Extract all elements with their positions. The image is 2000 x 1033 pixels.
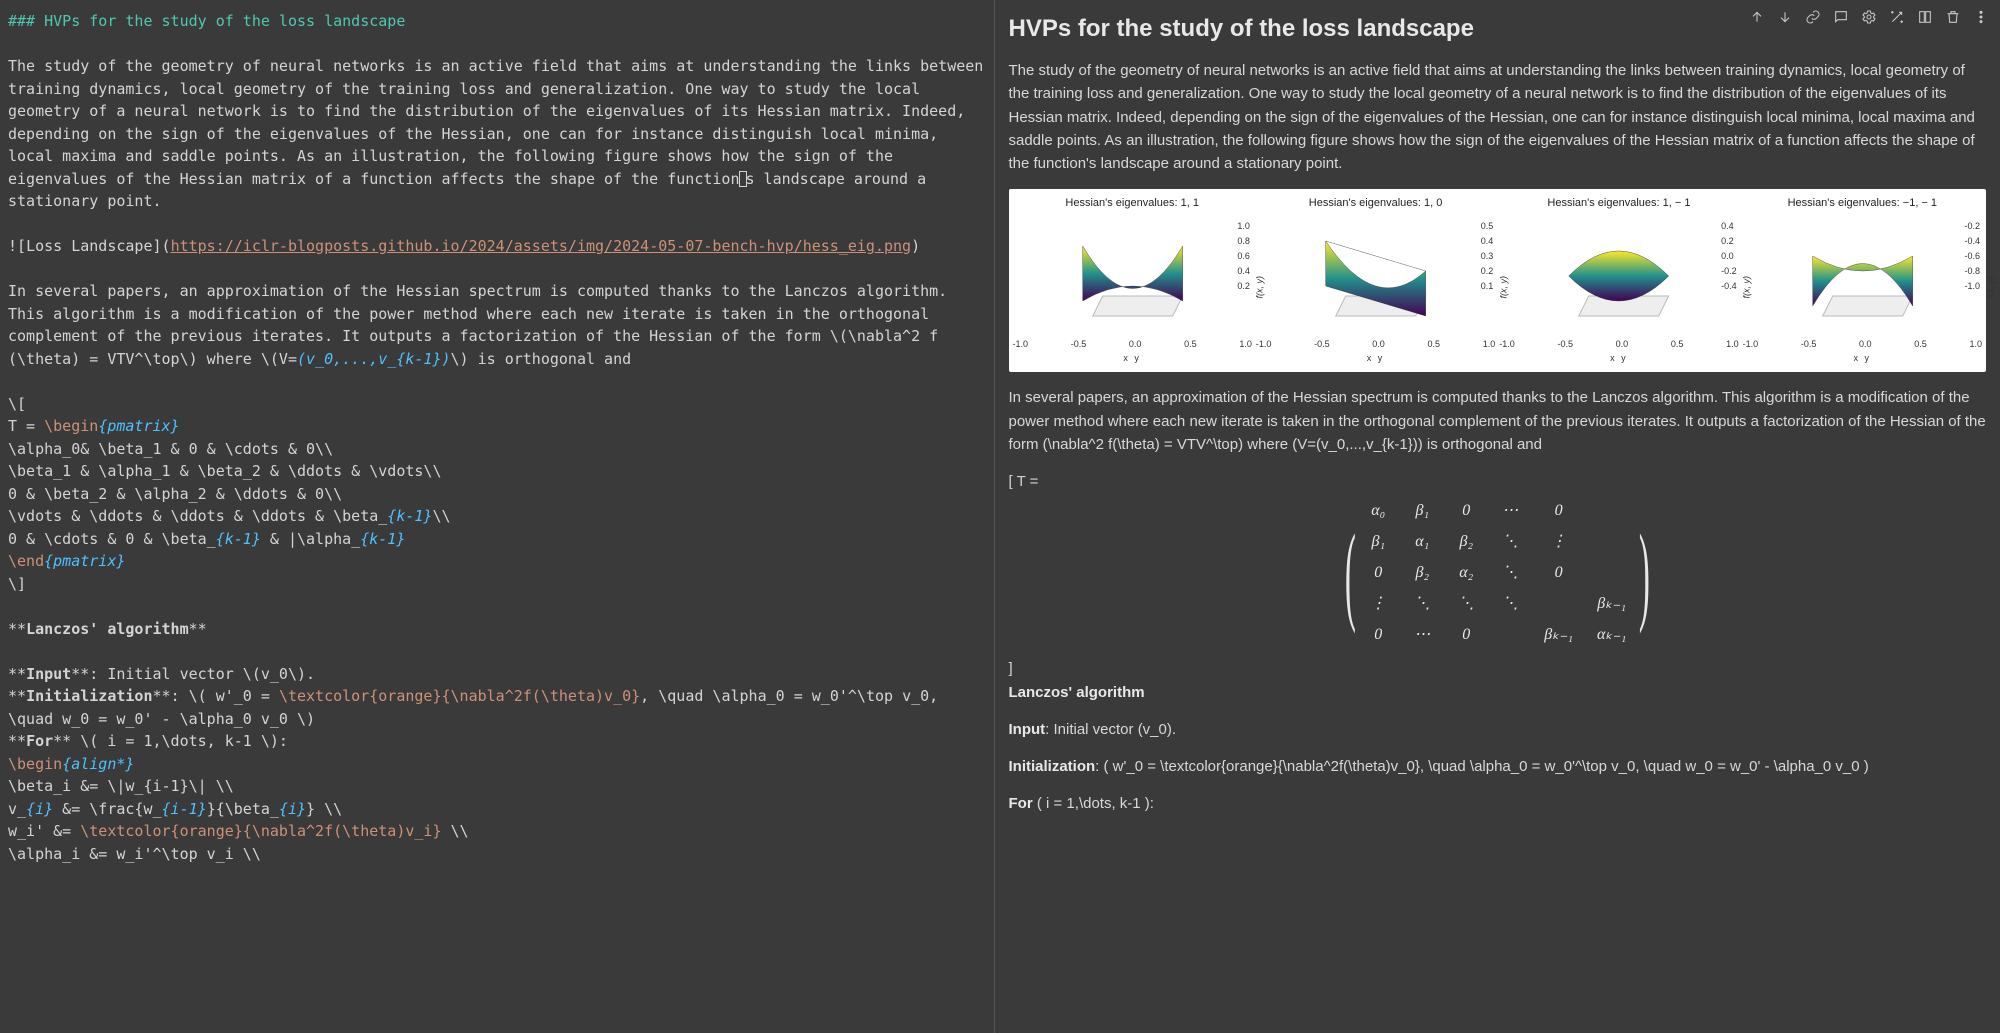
matrix-close: ] [1009,657,1987,680]
init-line: Initialization: ( w'_0 = \textcolor{oran… [1009,755,1987,778]
settings-button[interactable] [1858,6,1880,28]
subplot: Hessian's eigenvalues: −1, − 1-0.2-0.4-0… [1743,195,1982,366]
source-para1: The study of the geometry of neural netw… [8,57,992,210]
magic-button[interactable] [1886,6,1908,28]
input-line: Input: Initial vector (v_0). [1009,718,1987,741]
comment-button[interactable] [1830,6,1852,28]
markdown-preview[interactable]: HVPs for the study of the loss landscape… [995,0,2000,1033]
delete-button[interactable] [1942,6,1964,28]
text-cursor [739,171,747,187]
for-line: For ( i = 1,\dots, k-1 ): [1009,792,1987,815]
move-up-button[interactable] [1746,6,1768,28]
markdown-source-editor[interactable]: ### HVPs for the study of the loss lands… [0,0,995,1033]
rendered-matrix: ( α₀β₁0⋯0β₁α₁β₂⋱⋮0β₂α₂⋱0⋮⋱⋱⋱βₖ₋₁0⋯0βₖ₋₁α… [1009,499,1987,647]
cell-toolbar [1746,6,1992,28]
preview-para2: In several papers, an approximation of t… [1009,386,1987,456]
subplot: Hessian's eigenvalues: 1, − 10.40.20.0-0… [1499,195,1738,366]
image-alt: Loss Landscape [26,237,152,255]
mirror-button[interactable] [1914,6,1936,28]
image-url[interactable]: https://iclr-blogposts.github.io/2024/as… [171,237,912,255]
matrix-equation: [ T = [1009,470,1987,493]
link-button[interactable] [1802,6,1824,28]
hessian-figure: Hessian's eigenvalues: 1, 11.00.80.60.40… [1009,189,1987,372]
source-heading: ### HVPs for the study of the loss lands… [8,12,405,30]
source-para2a: In several papers, an approximation of t… [8,282,956,345]
algo-title: Lanczos' algorithm [1009,684,1145,701]
subplot: Hessian's eigenvalues: 1, 11.00.80.60.40… [1013,195,1252,366]
subplot: Hessian's eigenvalues: 1, 00.50.40.30.20… [1256,195,1495,366]
matrix-source: \[ T = \begin{pmatrix} \alpha_0& \beta_1… [8,395,451,593]
matrix-lhs: [ T = [1009,470,1039,493]
more-button[interactable] [1970,6,1992,28]
algo-title-src: Lanczos' algorithm [26,620,189,638]
preview-para1: The study of the geometry of neural netw… [1009,59,1987,175]
move-down-button[interactable] [1774,6,1796,28]
image-syntax-open: ![ [8,237,26,255]
